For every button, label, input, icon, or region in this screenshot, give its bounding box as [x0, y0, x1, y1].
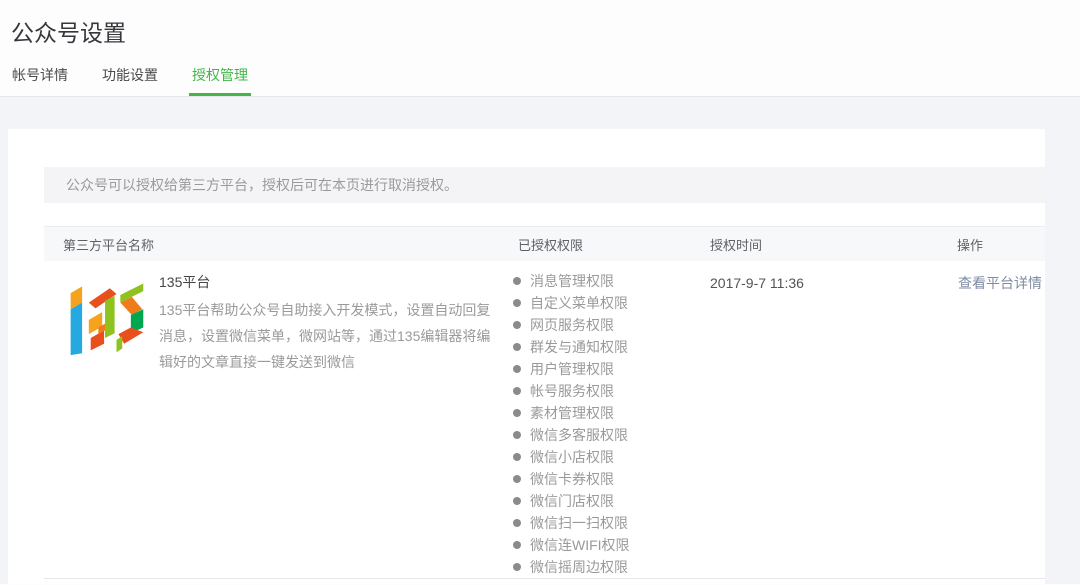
content-background: 公众号可以授权给第三方平台，授权后可在本页进行取消授权。 第三方平台名称 已授权…: [0, 97, 1080, 584]
header-platform-name: 第三方平台名称: [44, 235, 510, 254]
permission-label: 自定义菜单权限: [530, 293, 628, 313]
table-row: 135平台 135平台帮助公众号自助接入开发模式，设置自动回复消息，设置微信菜单…: [44, 261, 1045, 579]
view-platform-details-link[interactable]: 查看平台详情: [958, 275, 1042, 291]
page-title: 公众号设置: [0, 0, 1080, 50]
permission-label: 微信多客服权限: [530, 425, 628, 445]
permission-item: 自定义菜单权限: [513, 292, 702, 314]
permissions-cell: 消息管理权限自定义菜单权限网页服务权限群发与通知权限用户管理权限帐号服务权限素材…: [510, 270, 702, 578]
bullet-icon: [513, 453, 521, 461]
authorized-time: 2017-9-7 11:36: [702, 270, 932, 293]
permission-item: 微信多客服权限: [513, 424, 702, 446]
permission-list: 消息管理权限自定义菜单权限网页服务权限群发与通知权限用户管理权限帐号服务权限素材…: [513, 270, 702, 578]
bullet-icon: [513, 321, 521, 329]
permission-item: 微信门店权限: [513, 490, 702, 512]
platform-description: 135平台帮助公众号自助接入开发模式，设置自动回复消息，设置微信菜单，微网站等，…: [159, 297, 504, 375]
permission-item: 帐号服务权限: [513, 380, 702, 402]
bullet-icon: [513, 409, 521, 417]
permission-label: 群发与通知权限: [530, 337, 628, 357]
permission-label: 帐号服务权限: [530, 381, 614, 401]
platform-info: 135平台 135平台帮助公众号自助接入开发模式，设置自动回复消息，设置微信菜单…: [159, 270, 504, 375]
header-action: 操作: [932, 235, 1045, 254]
permission-label: 微信小店权限: [530, 447, 614, 467]
bullet-icon: [513, 365, 521, 373]
permission-item: 消息管理权限: [513, 270, 702, 292]
permission-item: 素材管理权限: [513, 402, 702, 424]
bullet-icon: [513, 387, 521, 395]
bullet-icon: [513, 277, 521, 285]
permission-item: 微信扫一扫权限: [513, 512, 702, 534]
permission-label: 微信扫一扫权限: [530, 513, 628, 533]
tab-account-details[interactable]: 帐号详情: [9, 65, 71, 96]
header-authorized-permissions: 已授权权限: [510, 235, 702, 254]
permission-label: 微信卡券权限: [530, 469, 614, 489]
bullet-icon: [513, 343, 521, 351]
bullet-icon: [513, 541, 521, 549]
permission-item: 微信连WIFI权限: [513, 534, 702, 556]
permission-label: 消息管理权限: [530, 271, 614, 291]
bullet-icon: [513, 299, 521, 307]
header-authorized-time: 授权时间: [702, 235, 932, 254]
authorization-table: 第三方平台名称 已授权权限 授权时间 操作: [44, 226, 1045, 579]
table-header-row: 第三方平台名称 已授权权限 授权时间 操作: [44, 226, 1045, 261]
tab-authorization-management[interactable]: 授权管理: [189, 65, 251, 96]
official-account-settings-page: 公众号设置 帐号详情 功能设置 授权管理 公众号可以授权给第三方平台，授权后可在…: [0, 0, 1080, 585]
permission-label: 微信连WIFI权限: [530, 535, 630, 555]
action-cell: 查看平台详情: [932, 270, 1045, 293]
page-header: 公众号设置 帐号详情 功能设置 授权管理: [0, 0, 1080, 97]
permission-item: 微信摇周边权限: [513, 556, 702, 578]
tab-bar: 帐号详情 功能设置 授权管理: [0, 64, 1080, 97]
permission-label: 微信门店权限: [530, 491, 614, 511]
authorization-card: 公众号可以授权给第三方平台，授权后可在本页进行取消授权。 第三方平台名称 已授权…: [8, 129, 1045, 584]
bullet-icon: [513, 475, 521, 483]
platform-135-logo-icon: [63, 273, 149, 359]
bullet-icon: [513, 519, 521, 527]
permission-label: 微信摇周边权限: [530, 557, 628, 577]
permission-item: 微信小店权限: [513, 446, 702, 468]
permission-item: 用户管理权限: [513, 358, 702, 380]
permission-label: 用户管理权限: [530, 359, 614, 379]
permission-label: 素材管理权限: [530, 403, 614, 423]
permission-item: 群发与通知权限: [513, 336, 702, 358]
platform-cell: 135平台 135平台帮助公众号自助接入开发模式，设置自动回复消息，设置微信菜单…: [44, 270, 510, 375]
bullet-icon: [513, 563, 521, 571]
authorization-notice: 公众号可以授权给第三方平台，授权后可在本页进行取消授权。: [44, 167, 1045, 203]
bullet-icon: [513, 431, 521, 439]
permission-item: 微信卡券权限: [513, 468, 702, 490]
bullet-icon: [513, 497, 521, 505]
permission-label: 网页服务权限: [530, 315, 614, 335]
tab-function-settings[interactable]: 功能设置: [99, 65, 161, 96]
permission-item: 网页服务权限: [513, 314, 702, 336]
platform-name: 135平台: [159, 272, 504, 292]
